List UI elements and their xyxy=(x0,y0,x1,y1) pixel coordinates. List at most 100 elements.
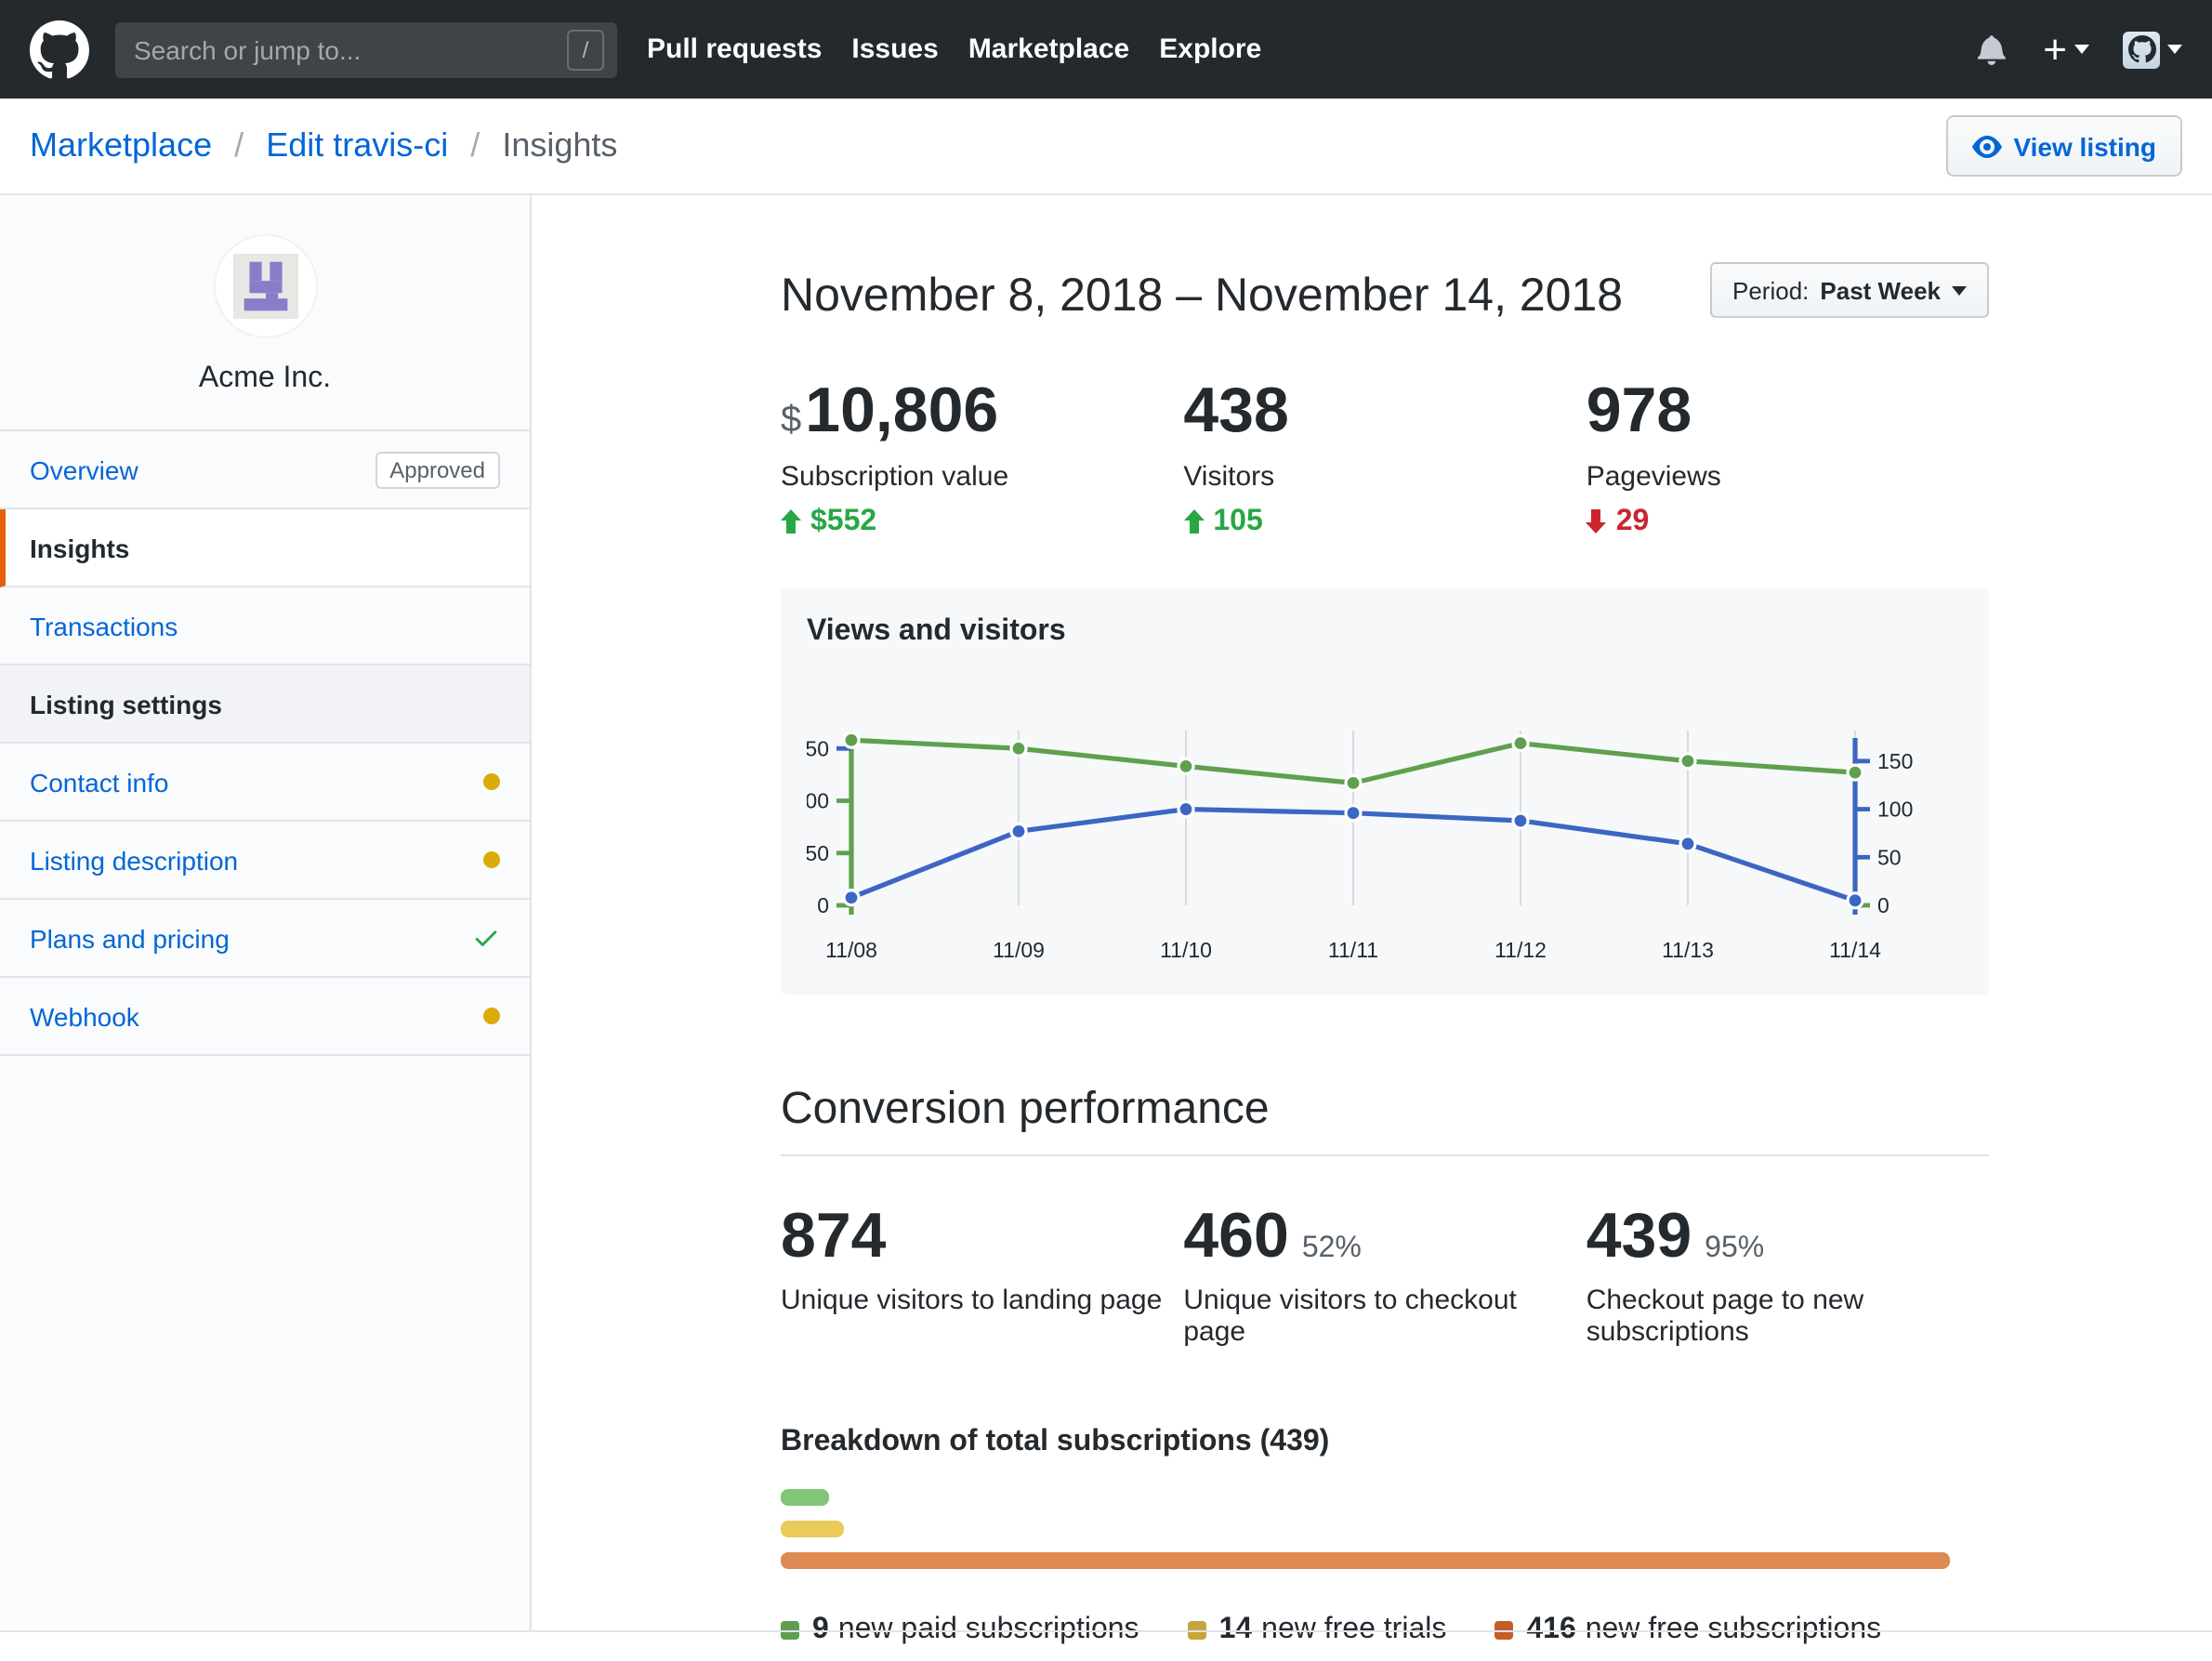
svg-text:50: 50 xyxy=(1877,845,1902,869)
github-logo-icon[interactable] xyxy=(30,20,89,79)
svg-text:150: 150 xyxy=(807,736,829,760)
create-new-menu[interactable]: + xyxy=(2043,28,2089,69)
arrow-icon xyxy=(1586,509,1607,534)
header-right: + xyxy=(1978,28,2182,69)
stat-delta: 29 xyxy=(1586,505,1989,538)
stat-number: 438 xyxy=(1183,376,1289,446)
bell-icon[interactable] xyxy=(1978,33,2009,65)
breadcrumb-current: Insights xyxy=(502,126,618,164)
stat-label: Visitors xyxy=(1183,460,1275,493)
pending-dot-icon xyxy=(483,851,500,868)
user-avatar xyxy=(2123,31,2160,68)
breadcrumb-separator: / xyxy=(234,126,244,164)
stat-label: Pageviews xyxy=(1586,460,1721,493)
sidebar-item-label: Transactions xyxy=(30,611,178,640)
nav-pull-requests[interactable]: Pull requests xyxy=(647,33,822,65)
breakdown-bars xyxy=(781,1489,1989,1570)
svg-text:11/12: 11/12 xyxy=(1494,937,1547,961)
nav-marketplace[interactable]: Marketplace xyxy=(968,33,1129,65)
svg-text:100: 100 xyxy=(1877,797,1913,821)
stat-percent: 52% xyxy=(1301,1232,1362,1264)
sidebar-item-insights[interactable]: Insights xyxy=(0,509,530,587)
svg-text:0: 0 xyxy=(1877,892,1889,916)
conversion-stats: 874 Unique visitors to landing page 460 5… xyxy=(781,1200,1989,1349)
summary-stats: $10,806 Subscription value $552 438 Visi… xyxy=(781,376,1989,538)
svg-text:11/08: 11/08 xyxy=(825,937,877,961)
breadcrumb-bar: Marketplace / Edit travis-ci / Insights … xyxy=(0,99,2212,195)
stat-number: 460 52% xyxy=(1183,1200,1362,1272)
stat-label: Checkout page to new subscriptions xyxy=(1586,1285,1864,1349)
user-menu[interactable] xyxy=(2123,31,2182,68)
sidebar-item-contact-info[interactable]: Contact info xyxy=(0,744,530,822)
svg-text:0: 0 xyxy=(817,892,829,916)
sidebar-item-overview[interactable]: Overview Approved xyxy=(0,431,530,509)
stat-label: Subscription value xyxy=(781,460,1009,493)
period-dropdown-button[interactable]: Period: Past Week xyxy=(1710,262,1989,318)
top-header: / Pull requests Issues Marketplace Explo… xyxy=(0,0,2212,99)
breadcrumb: Marketplace / Edit travis-ci / Insights xyxy=(30,126,617,165)
caret-down-icon xyxy=(2167,45,2182,54)
caret-down-icon xyxy=(2074,45,2089,54)
conv-checkout: 460 52% Unique visitors to checkout page xyxy=(1183,1200,1586,1349)
stat-subscription-value: $10,806 Subscription value $552 xyxy=(781,376,1183,538)
bar-free-subscriptions xyxy=(781,1552,1950,1570)
sidebar-item-listing-description[interactable]: Listing description xyxy=(0,822,530,900)
views-visitors-chart: 0 50 100 150 0 50 100 150 11/08 11/09 11/10 11/11 11… xyxy=(807,730,1913,961)
stat-delta: $552 xyxy=(781,505,1183,538)
sidebar: Acme Inc. Overview Approved Insights Tra… xyxy=(0,195,532,1630)
page: / Pull requests Issues Marketplace Explo… xyxy=(0,0,2212,1661)
chart-title: Views and visitors xyxy=(807,614,1066,647)
view-listing-button[interactable]: View listing xyxy=(1946,115,2182,177)
sidebar-item-webhook[interactable]: Webhook xyxy=(0,978,530,1056)
main-nav: Pull requests Issues Marketplace Explore xyxy=(647,33,1261,65)
sidebar-item-label: Insights xyxy=(30,533,130,562)
svg-text:11/14: 11/14 xyxy=(1829,937,1881,961)
bar-paid-subscriptions xyxy=(781,1489,830,1507)
sidebar-item-plans-and-pricing[interactable]: Plans and pricing xyxy=(0,900,530,978)
org-identicon xyxy=(231,253,298,320)
pending-dot-icon xyxy=(483,773,500,790)
bar-free-trials xyxy=(781,1521,844,1538)
svg-text:11/13: 11/13 xyxy=(1662,937,1714,961)
svg-text:100: 100 xyxy=(807,788,829,812)
sidebar-heading-label: Listing settings xyxy=(30,689,222,718)
breadcrumb-marketplace[interactable]: Marketplace xyxy=(30,126,212,164)
stat-number: 978 xyxy=(1586,376,1692,446)
sidebar-heading-listing-settings: Listing settings xyxy=(0,666,530,744)
slash-key-hint: / xyxy=(567,29,604,70)
stat-label: Unique visitors to landing page xyxy=(781,1285,1163,1317)
conversion-heading: Conversion performance xyxy=(781,1083,1989,1156)
svg-text:50: 50 xyxy=(807,840,829,864)
period-label: Period: xyxy=(1732,276,1810,304)
sidebar-item-transactions[interactable]: Transactions xyxy=(0,587,530,666)
arrow-icon xyxy=(781,509,801,534)
nav-issues[interactable]: Issues xyxy=(851,33,938,65)
sidebar-item-label: Plans and pricing xyxy=(30,923,230,953)
conv-landing: 874 Unique visitors to landing page xyxy=(781,1203,1183,1348)
conv-subscriptions: 439 95% Checkout page to new subscription… xyxy=(1586,1200,1989,1349)
caret-down-icon xyxy=(1952,285,1967,295)
stat-visitors: 438 Visitors 105 xyxy=(1183,376,1586,538)
stat-label: Unique visitors to checkout page xyxy=(1183,1285,1517,1349)
pending-dot-icon xyxy=(483,1008,500,1024)
stat-percent: 95% xyxy=(1705,1232,1765,1264)
nav-explore[interactable]: Explore xyxy=(1159,33,1261,65)
breadcrumb-edit-travis-ci[interactable]: Edit travis-ci xyxy=(266,126,448,164)
stat-number: $10,806 xyxy=(781,376,999,446)
search-box: / xyxy=(115,21,617,77)
views-visitors-card: Views and visitors 0 50 100 150 0 50 100 150 11/… xyxy=(781,587,1989,995)
sidebar-item-label: Webhook xyxy=(30,1001,139,1031)
org-name: Acme Inc. xyxy=(198,363,332,394)
search-input[interactable] xyxy=(115,21,617,77)
eye-icon xyxy=(1972,135,2003,157)
sidebar-item-label: Contact info xyxy=(30,767,169,797)
svg-text:150: 150 xyxy=(1877,748,1913,772)
sidebar-item-label: Listing description xyxy=(30,845,239,875)
period-value: Past Week xyxy=(1820,276,1941,304)
stat-number: 439 95% xyxy=(1586,1200,1765,1272)
check-icon xyxy=(475,930,497,946)
page-bottom-divider xyxy=(0,1630,2212,1632)
svg-text:11/09: 11/09 xyxy=(993,937,1045,961)
org-avatar xyxy=(215,236,315,336)
main-content: November 8, 2018 – November 14, 2018 Per… xyxy=(781,195,1989,1661)
